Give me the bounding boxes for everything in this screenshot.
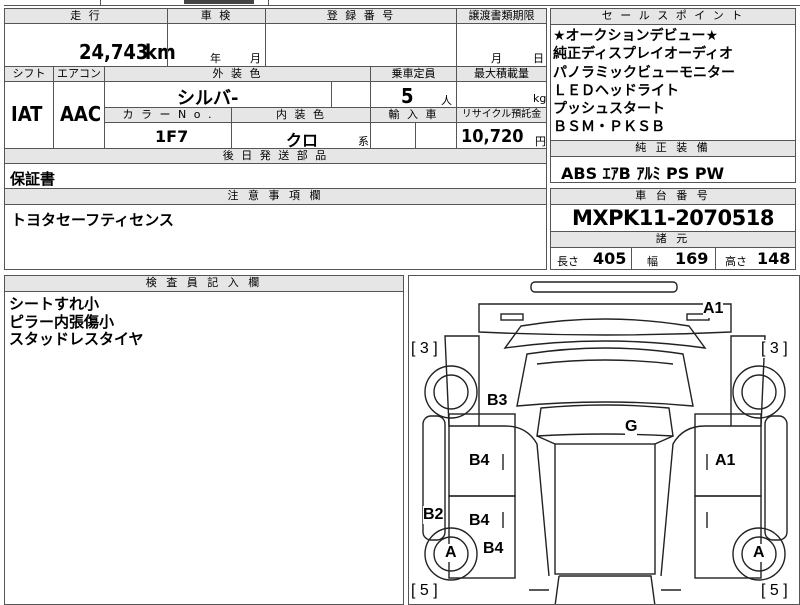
registration-cell (265, 23, 457, 67)
inspector-label: 検 査 員 記 入 欄 (5, 276, 403, 292)
capacity-cell: 5 人 (370, 81, 457, 108)
shift-value: IAT (11, 102, 43, 126)
later-parts-label: 後 日 発 送 部 品 (4, 148, 547, 164)
mileage-label: 走 行 (4, 8, 168, 24)
sales-point-line: ★オークションデビュー★ (553, 28, 719, 44)
inspection-year-unit: 年 (210, 52, 221, 65)
interior-color-label: 内 装 色 (231, 107, 371, 123)
mileage-value: 24,743 (79, 40, 149, 64)
length-value: 405 (593, 249, 627, 268)
damage-mark-a1-right: A1 (715, 452, 736, 470)
transfer-day-unit: 日 (533, 52, 544, 65)
standard-equipment-value: ABS ｴｱB ｱﾙﾐ PS PW (561, 164, 725, 183)
damage-mark-g: G (625, 418, 638, 436)
standard-equipment-label: 純 正 装 備 (551, 141, 795, 157)
tire-depth-front-right: [ 3 ] (761, 340, 788, 358)
sales-points-panel: セ ー ル ス ポ イ ン ト ★オークションデビュー★ 純正ディスプレイオーデ… (550, 8, 796, 141)
sales-points-list: ★オークションデビュー★ 純正ディスプレイオーディオ パノラミックビューモニター… (551, 25, 795, 137)
import-cell-a (370, 122, 416, 149)
exterior-color-cell: シルバ- (104, 81, 332, 109)
tire-depth-front-left: [ 3 ] (411, 340, 438, 358)
inspection-month-unit: 月 (250, 52, 261, 65)
chassis-label: 車 台 番 号 (551, 189, 795, 205)
capacity-value: 5 (401, 84, 414, 108)
shift-cell: IAT (4, 81, 54, 149)
later-parts-cell: 保証書 (4, 163, 547, 191)
import-cell-b (415, 122, 457, 149)
sales-point-line: ＬＥＤヘッドライト (553, 82, 679, 99)
vehicle-info-table: 走 行 車 検 登 録 番 号 譲渡書類期限 24,743 km 年 月 月 日… (4, 8, 547, 191)
sales-points-label: セ ー ル ス ポ イ ン ト (551, 9, 795, 25)
interior-color-suffix: 系 (358, 135, 369, 148)
length-label: 長さ (557, 255, 579, 268)
notes-value: トヨタセーフティセンス (11, 211, 174, 229)
height-value: 148 (757, 249, 791, 268)
damage-mark-b4-upper: B4 (469, 452, 490, 470)
sales-point-line: プッシュスタート (553, 101, 665, 118)
recycle-label: リサイクル預託金 (456, 107, 547, 123)
inspector-note-line: シートすれ小 (9, 295, 100, 313)
inspection-cell: 年 月 (167, 23, 266, 67)
width-label: 幅 (647, 255, 658, 268)
sales-point-line: 純正ディスプレイオーディオ (553, 46, 734, 63)
max-load-cell: kg (456, 81, 547, 108)
dimensions-label: 諸 元 (551, 232, 795, 248)
chassis-value: MXPK11-2070518 (572, 206, 774, 230)
standard-equipment-panel: 純 正 装 備 ABS ｴｱB ｱﾙﾐ PS PW (550, 140, 796, 183)
inspector-note-line: ピラー内張傷小 (9, 312, 115, 331)
inspector-panel: 検 査 員 記 入 欄 シートすれ小 ピラー内張傷小 スタッドレスタイヤ (4, 275, 404, 605)
ac-label: エアコン (53, 66, 105, 82)
recycle-value: 10,720 (461, 126, 524, 147)
inspection-label: 車 検 (167, 8, 266, 24)
color-no-cell: 1F7 (104, 122, 232, 149)
max-load-label: 最大積載量 (456, 66, 547, 82)
tire-depth-rear-left: [ 5 ] (411, 582, 438, 600)
damage-mark-b4-middle: B4 (469, 512, 490, 530)
color-no-label: カ ラ ー N o . (104, 107, 232, 123)
recycle-unit: 円 (535, 135, 546, 148)
mileage-cell: 24,743 km (4, 23, 176, 67)
sales-point-line: パノラミックビューモニター (553, 64, 735, 81)
recycle-cell: 10,720 円 (456, 122, 547, 149)
damage-mark-a-right: A (753, 544, 765, 562)
car-outline (422, 281, 788, 604)
exterior-color-label: 外 装 色 (104, 66, 371, 82)
top-cutoff-row (4, 0, 800, 6)
shift-label: シフト (4, 66, 54, 82)
color-no-value: 1F7 (155, 127, 189, 146)
transfer-deadline-label: 譲渡書類期限 (456, 8, 547, 24)
exterior-color-extra-cell (331, 81, 371, 108)
tire-depth-rear-right: [ 5 ] (761, 582, 788, 600)
notes-label: 注 意 事 項 欄 (5, 189, 546, 205)
max-load-unit: kg (533, 92, 547, 105)
damage-mark-b2: B2 (423, 506, 444, 524)
capacity-unit: 人 (441, 94, 452, 107)
damage-mark-a-left: A (445, 544, 457, 562)
inspector-notes: シートすれ小 ピラー内張傷小 スタッドレスタイヤ (5, 292, 403, 349)
notes-panel: 注 意 事 項 欄 トヨタセーフティセンス (4, 188, 547, 270)
later-parts-value: 保証書 (10, 170, 56, 188)
damage-mark-a1-top: A1 (703, 300, 724, 318)
import-label: 輸 入 車 (370, 107, 457, 123)
dimensions-panel: 諸 元 長さ 405 幅 169 高さ 148 (550, 231, 796, 270)
chassis-panel: 車 台 番 号 MXPK11-2070518 (550, 188, 796, 232)
interior-color-cell: クロ 系 (231, 122, 371, 150)
height-label: 高さ (725, 255, 747, 268)
inspector-note-line: スタッドレスタイヤ (9, 330, 144, 348)
car-damage-diagram: A1 B3 G B4 A1 B2 B4 B4 A A [ 3 ] [ 3 ] [… (408, 275, 800, 605)
width-value: 169 (675, 249, 709, 268)
transfer-month-unit: 月 (491, 52, 502, 65)
damage-mark-b4-lower: B4 (483, 540, 504, 558)
registration-label: 登 録 番 号 (265, 8, 457, 24)
capacity-label: 乗車定員 (370, 66, 457, 82)
transfer-deadline-cell: 月 日 (456, 23, 547, 67)
sales-point-line: ＢＳＭ・ＰＫＳＢ (553, 119, 665, 136)
damage-mark-b3: B3 (487, 392, 508, 410)
ac-value: AAC (60, 102, 102, 126)
ac-cell: AAC (53, 81, 105, 149)
